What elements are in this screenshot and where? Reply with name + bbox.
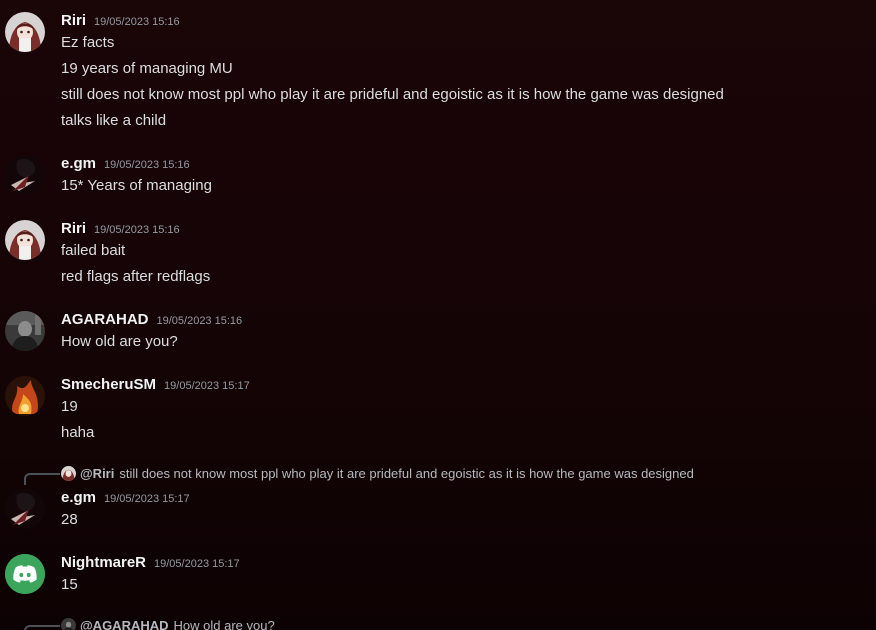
message-text: 28 xyxy=(61,511,78,528)
message-text: 19 years of managing MU xyxy=(61,60,233,77)
dark-character-avatar-icon[interactable] xyxy=(5,489,45,529)
message-timestamp: 19/05/2023 15:17 xyxy=(104,493,190,505)
message-text: red flags after redflags xyxy=(61,268,211,285)
grey-photo-avatar-icon xyxy=(61,618,76,630)
author-name[interactable]: Riri xyxy=(61,220,86,237)
message-text: still does not know most ppl who play it… xyxy=(61,86,724,103)
message-text: Ez facts xyxy=(61,34,115,51)
reply-spine xyxy=(24,473,60,485)
message-timestamp: 19/05/2023 15:16 xyxy=(94,16,180,28)
author-name[interactable]: AGARAHAD xyxy=(61,311,149,328)
message-text: failed bait xyxy=(61,242,126,259)
fire-avatar-icon[interactable] xyxy=(5,376,45,416)
message-timestamp: 19/05/2023 15:16 xyxy=(104,159,190,171)
reply-preview[interactable]: @AGARAHAD How old are you? xyxy=(61,618,275,630)
message-timestamp: 19/05/2023 15:16 xyxy=(94,224,180,236)
anime-girl-avatar-icon[interactable] xyxy=(5,220,45,260)
anime-girl-avatar-icon xyxy=(61,466,76,481)
grey-photo-avatar-icon[interactable] xyxy=(5,311,45,351)
dark-character-avatar-icon[interactable] xyxy=(5,155,45,195)
author-name[interactable]: NightmareR xyxy=(61,554,146,571)
reply-mention[interactable]: @Riri xyxy=(80,466,114,481)
message-timestamp: 19/05/2023 15:16 xyxy=(156,315,243,327)
author-name[interactable]: Riri xyxy=(61,12,86,29)
reply-preview[interactable]: @Riri still does not know most ppl who p… xyxy=(61,466,694,481)
reply-text: still does not know most ppl who play it… xyxy=(119,466,694,481)
message-text: How old are you? xyxy=(61,333,178,350)
author-name[interactable]: SmecheruSM xyxy=(61,376,156,393)
reply-spine xyxy=(24,625,60,630)
message-text: haha xyxy=(61,424,95,441)
discord-logo-avatar-icon[interactable] xyxy=(5,554,45,594)
message-text: 15 xyxy=(61,576,78,593)
author-name[interactable]: e.gm xyxy=(61,155,96,172)
reply-text: How old are you? xyxy=(173,618,275,630)
chat-message-list: Riri 19/05/2023 15:16 Ez facts 19 years … xyxy=(0,0,876,630)
reply-mention[interactable]: @AGARAHAD xyxy=(80,618,169,630)
message-timestamp: 19/05/2023 15:17 xyxy=(154,558,240,570)
message-text: 15* Years of managing xyxy=(61,177,212,194)
anime-girl-avatar-icon[interactable] xyxy=(5,12,45,52)
message-text: 19 xyxy=(61,398,78,415)
message-text: talks like a child xyxy=(61,112,167,129)
message-timestamp: 19/05/2023 15:17 xyxy=(164,380,250,392)
author-name[interactable]: e.gm xyxy=(61,489,96,506)
